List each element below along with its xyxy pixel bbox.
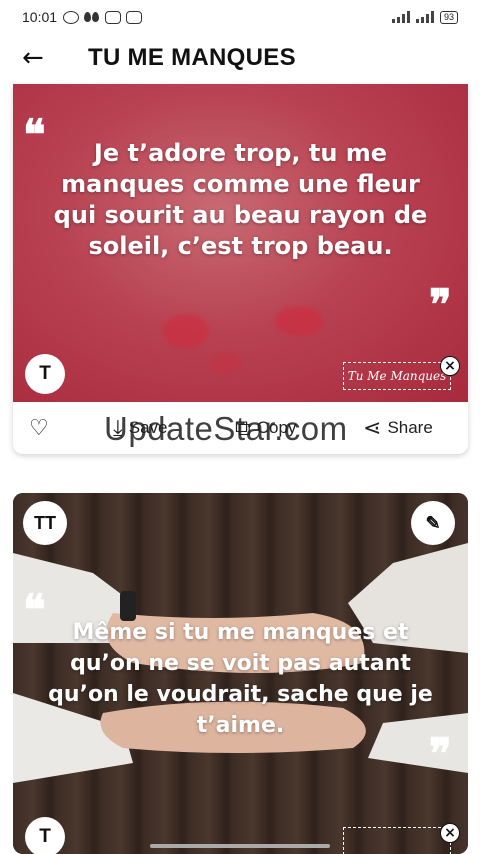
signal-icon-2 [415,11,434,23]
share-button[interactable]: ⋖ Share [363,417,433,439]
close-icon[interactable]: × [440,356,460,376]
quote-card-1: ❝ Je t’adore trop, tu me manques comme u… [13,84,468,454]
close-icon-2[interactable]: × [440,823,460,843]
card-1-actions: ♡ ⤓ Save ⧉ Copy ⋖ Share [13,402,468,454]
pencil-icon[interactable]: ✎ [411,501,455,545]
share-icon: ⋖ [363,415,382,440]
battery-icon: 93 [439,10,458,24]
petal-decoration [211,352,241,374]
quote-card-2: TT ✎ ❝ Même si tu me manques et qu’on ne… [13,493,468,854]
heart-icon: ♡ [29,415,49,440]
save-button[interactable]: ⤓ Save [113,417,167,439]
petal-decoration [275,306,323,336]
app-bar: ← TU ME MANQUES [0,34,480,82]
quote-close-icon-2: ❞ [429,729,452,778]
home-indicator[interactable] [150,844,330,848]
text-style-button-3[interactable]: T [25,817,65,854]
copy-button[interactable]: ⧉ Copy [235,417,296,439]
quote-open-icon: ❝ [23,110,46,159]
watermark-label[interactable]: Tu Me Manques [343,362,451,390]
copy-icon: ⧉ [235,415,251,440]
status-bar: 10:01 93 [0,0,480,34]
signal-icon [391,11,410,23]
petal-decoration [163,314,209,348]
watermark-label-2[interactable] [343,827,451,854]
quote-text-1: Je t’adore trop, tu me manques comme une… [53,139,428,260]
arrow-left-icon[interactable]: ← [22,45,62,71]
text-style-button[interactable]: T [25,354,65,394]
copy-label: Copy [256,418,297,437]
quote-text-2: Même si tu me manques et qu’on ne se voi… [48,620,433,738]
quote-app-icon [84,11,100,24]
like-button[interactable]: ♡ [29,417,49,439]
share-label: Share [387,418,433,437]
alarm-icon [63,10,80,24]
notification-icons [63,10,143,24]
quote-close-icon: ❞ [429,280,452,329]
save-label: Save [128,418,168,437]
download-icon: ⤓ [113,415,123,440]
status-right: 93 [391,10,458,24]
page-title: TU ME MANQUES [88,44,296,71]
instagram-icon [105,10,122,24]
status-time: 10:01 [22,9,58,25]
text-style-button-2[interactable]: TT [23,501,67,545]
youtube-icon [126,10,143,24]
